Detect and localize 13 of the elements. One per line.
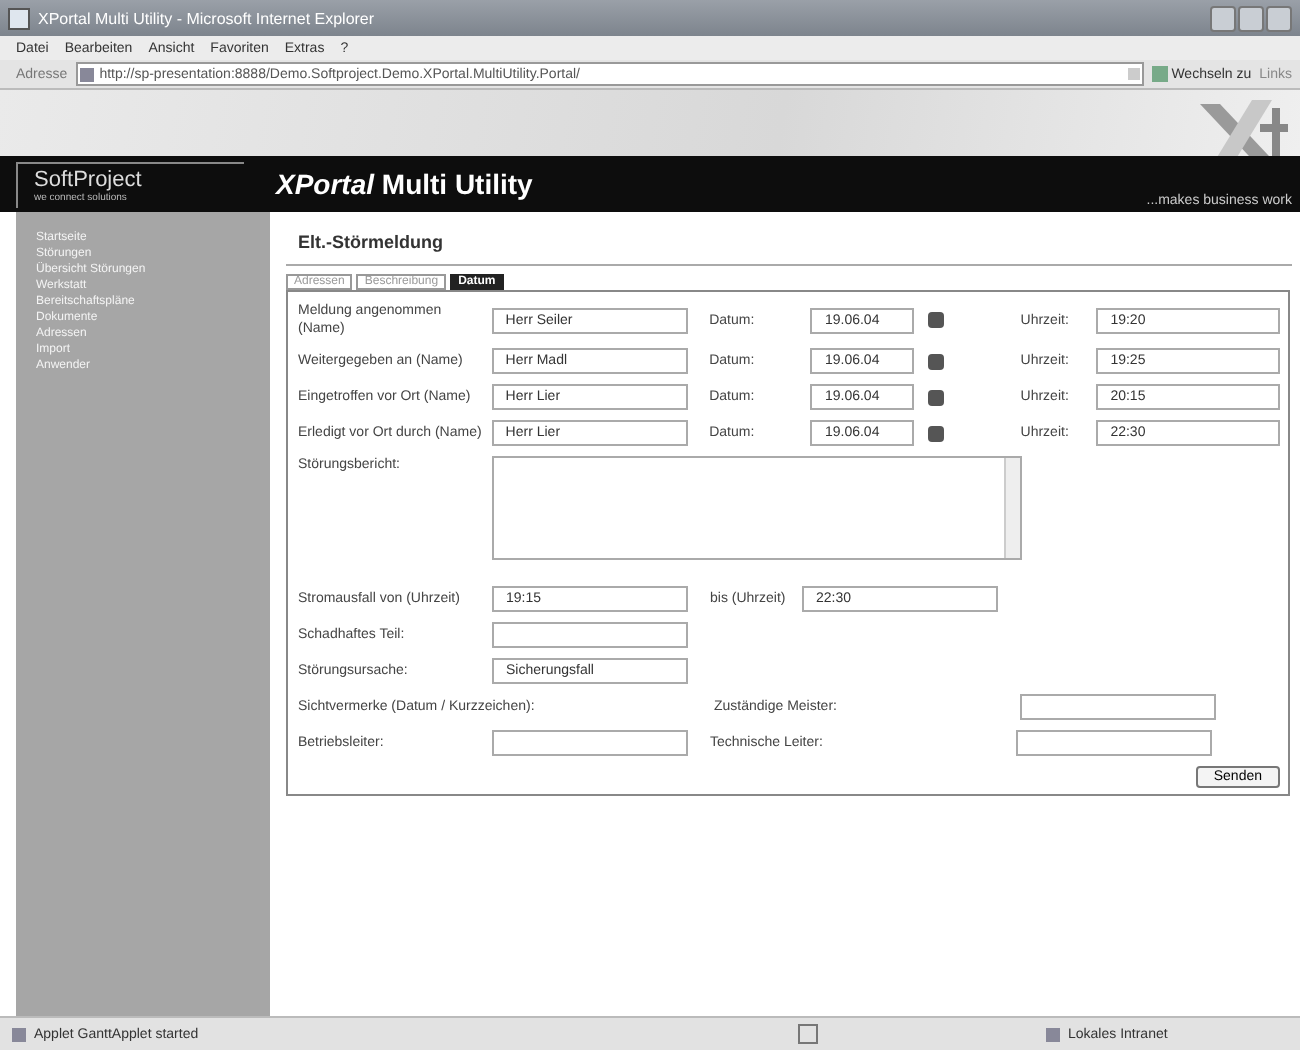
scrollbar[interactable]	[1004, 458, 1020, 558]
input-field[interactable]	[1016, 730, 1212, 756]
close-button[interactable]	[1266, 5, 1292, 31]
window-title: XPortal Multi Utility - Microsoft Internet Explorer	[38, 9, 377, 27]
app-title: XPortal Multi Utility	[276, 168, 535, 200]
maximize-button[interactable]	[1238, 5, 1264, 31]
input-field[interactable]	[1020, 694, 1216, 720]
minimize-button[interactable]	[1210, 5, 1236, 31]
logo-name: SoftProject	[34, 167, 144, 191]
input-field[interactable]	[492, 622, 688, 648]
text-area[interactable]	[492, 456, 1022, 560]
input-field[interactable]	[492, 730, 688, 756]
page-title: Elt.-Störmeldung	[296, 232, 445, 252]
